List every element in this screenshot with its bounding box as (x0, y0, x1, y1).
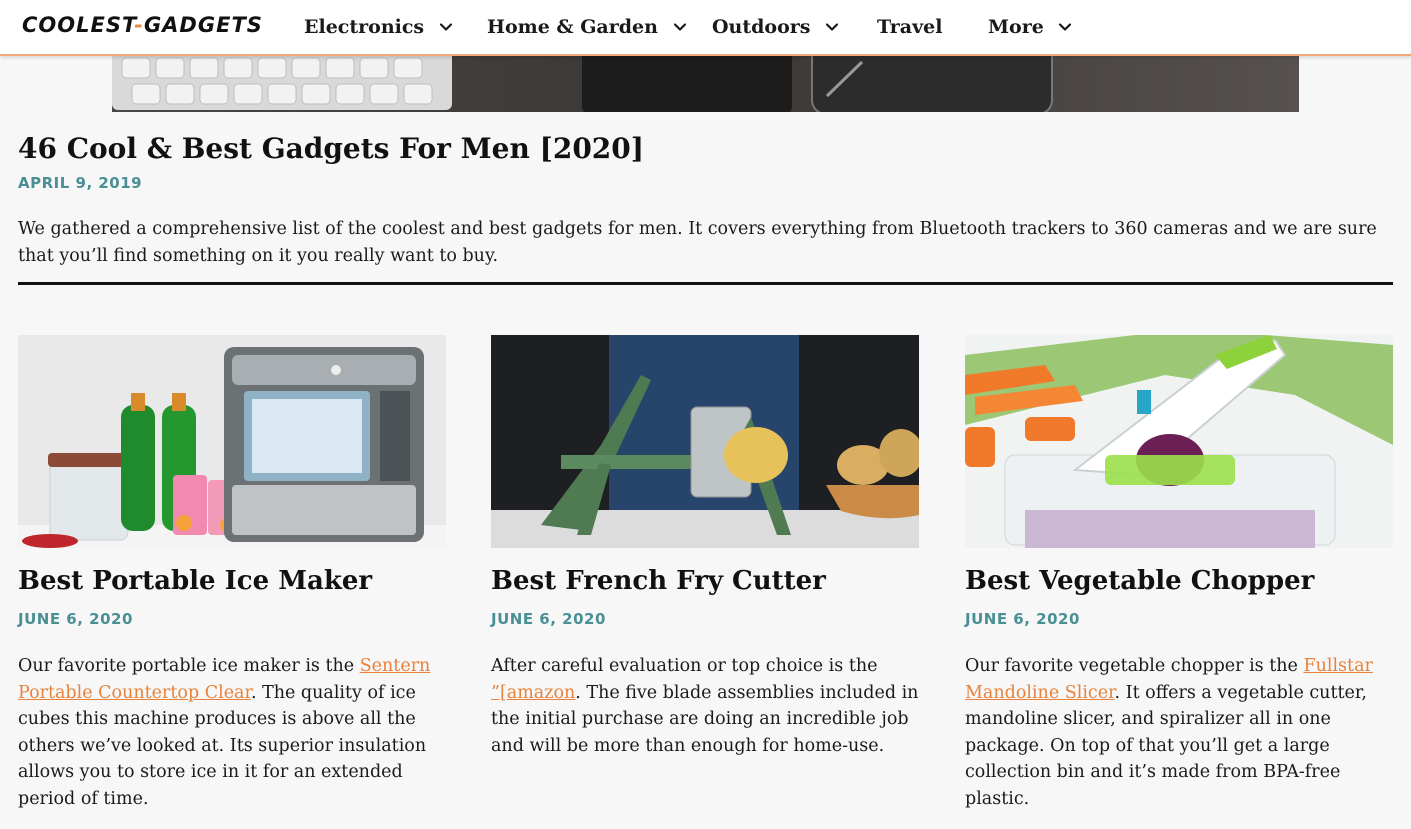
nav-travel[interactable]: Travel (877, 13, 942, 41)
card-date: JUNE 6, 2020 (491, 610, 606, 628)
card-description: Our favorite vegetable chopper is the Fu… (965, 653, 1393, 812)
hero-image (112, 56, 1299, 112)
card-date: JUNE 6, 2020 (18, 610, 133, 628)
nav-more[interactable]: More (988, 13, 1072, 41)
logo-part-1: COOLEST (22, 13, 135, 37)
chevron-down-icon (439, 23, 452, 31)
divider (18, 282, 1393, 285)
nav-outdoors[interactable]: Outdoors (712, 13, 839, 41)
chevron-down-icon (826, 23, 839, 31)
article-date: APRIL 9, 2019 (18, 174, 143, 192)
card-description: Our favorite portable ice maker is the S… (18, 653, 450, 812)
product-link[interactable]: ”[amazon (491, 683, 575, 703)
card-desc-text: Our favorite vegetable chopper is the (965, 656, 1304, 676)
article-intro: We gathered a comprehensive list of the … (18, 219, 1377, 266)
card-description: After careful evaluation or top choice i… (491, 653, 923, 759)
nav-label: Travel (877, 16, 943, 38)
chevron-down-icon (1059, 23, 1072, 31)
card-title-vegetable-chopper[interactable]: Best Vegetable Chopper (965, 566, 1314, 596)
card-image-ice-maker[interactable] (18, 335, 446, 548)
card-desc-text: Our favorite portable ice maker is the (18, 656, 360, 676)
card-desc-text: After careful evaluation or top choice i… (491, 656, 878, 676)
page-title: 46 Cool & Best Gadgets For Men [2020] (18, 132, 645, 165)
card-image-fry-cutter[interactable] (491, 335, 919, 548)
nav-home-garden[interactable]: Home & Garden (487, 13, 687, 41)
card-image-vegetable-chopper[interactable] (965, 335, 1393, 548)
nav-label: Outdoors (712, 16, 811, 38)
card-date: JUNE 6, 2020 (965, 610, 1080, 628)
logo-part-2: GADGETS (143, 13, 263, 37)
nav-label: Home & Garden (487, 16, 658, 38)
nav-label: More (988, 16, 1044, 38)
nav-label: Electronics (304, 16, 425, 38)
chevron-down-icon (673, 23, 686, 31)
card-title-fry-cutter[interactable]: Best French Fry Cutter (491, 566, 826, 596)
site-header: COOLEST-GADGETS Electronics Home & Garde… (0, 0, 1411, 56)
site-logo[interactable]: COOLEST-GADGETS (22, 13, 263, 43)
nav-electronics[interactable]: Electronics (304, 13, 453, 41)
card-title-ice-maker[interactable]: Best Portable Ice Maker (18, 566, 372, 596)
logo-dash: - (134, 13, 144, 37)
